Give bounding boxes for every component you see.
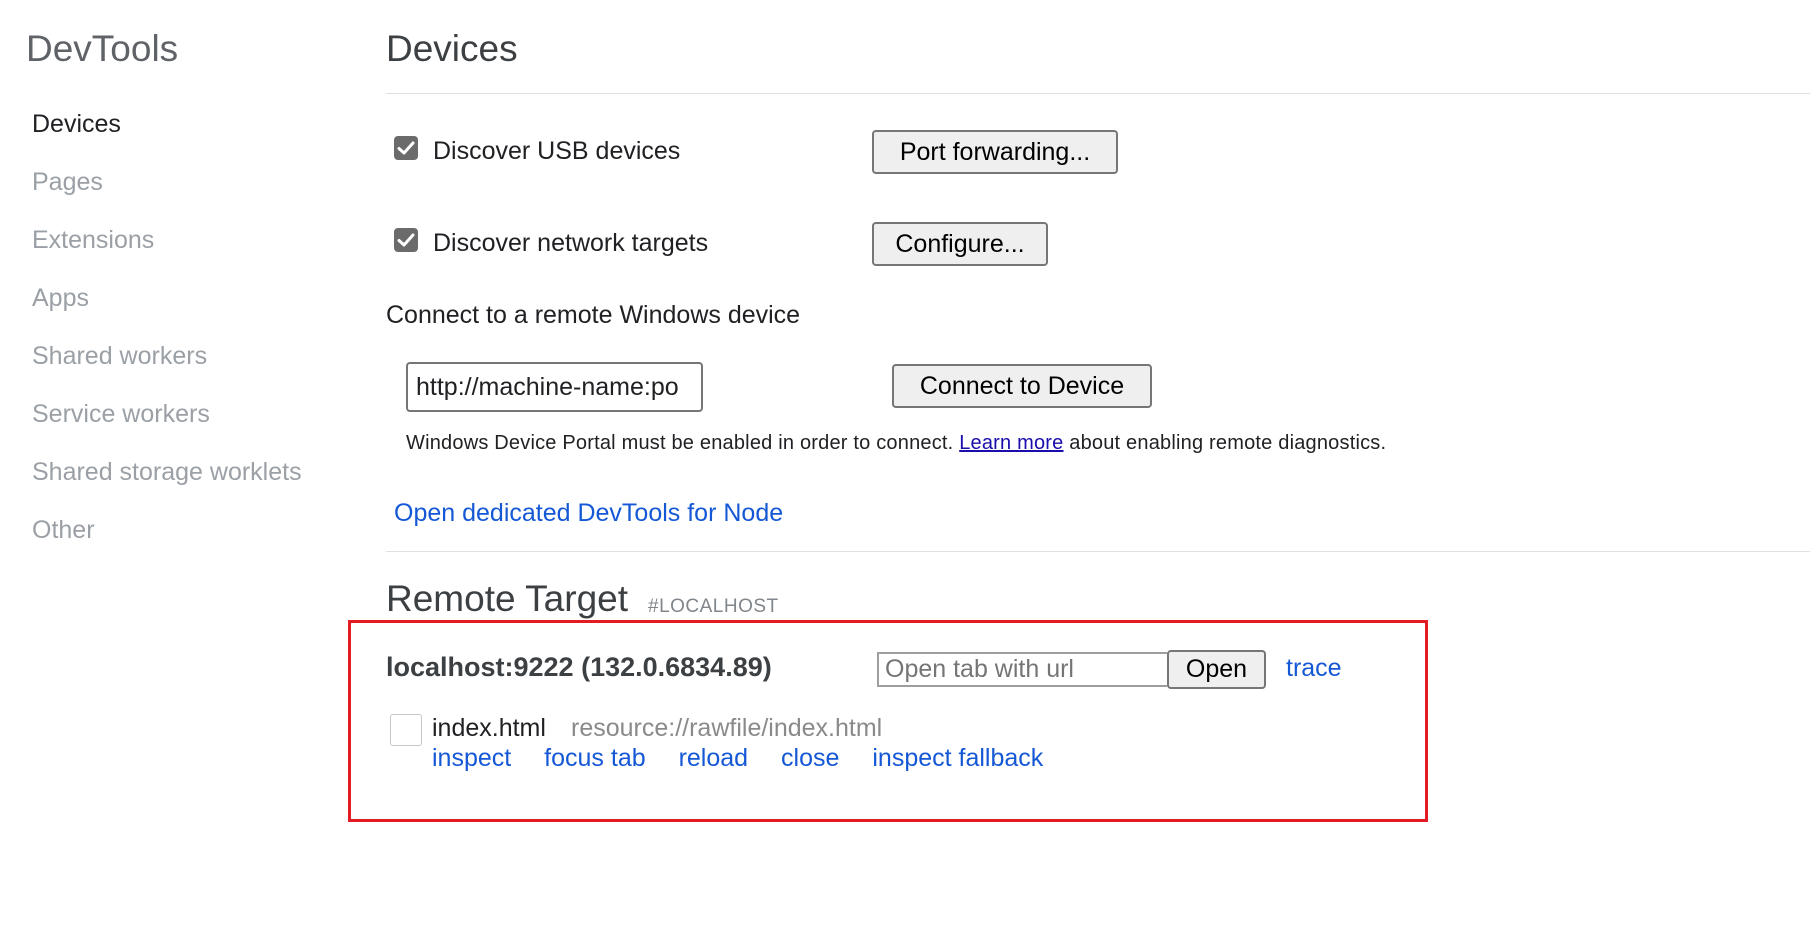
open-node-devtools-link[interactable]: Open dedicated DevTools for Node <box>394 499 783 528</box>
remote-target-title: Remote Target <box>386 578 628 619</box>
sidebar-nav: Devices Pages Extensions Apps Shared wor… <box>32 106 302 570</box>
sidebar-item-other[interactable]: Other <box>32 512 302 570</box>
sidebar-item-pages[interactable]: Pages <box>32 164 302 222</box>
remote-windows-heading: Connect to a remote Windows device <box>386 301 801 329</box>
remote-target-tag: #LOCALHOST <box>648 596 779 617</box>
section-divider <box>386 551 1810 552</box>
discover-network-label: Discover network targets <box>433 229 709 257</box>
discover-usb-checkbox[interactable] <box>394 136 418 160</box>
page-title: Devices <box>386 28 518 69</box>
page-actions: inspect focus tab reload close inspect f… <box>432 744 1069 773</box>
sidebar-item-extensions[interactable]: Extensions <box>32 222 302 280</box>
page-thumbnail <box>390 714 422 746</box>
remote-device-url-input[interactable] <box>406 362 703 412</box>
check-icon <box>397 233 415 247</box>
page-name: index.html <box>432 714 546 742</box>
target-name: localhost:9222 (132.0.6834.89) <box>386 652 772 682</box>
sidebar-item-apps[interactable]: Apps <box>32 280 302 338</box>
sidebar-item-devices[interactable]: Devices <box>32 106 302 164</box>
open-tab-url-input[interactable] <box>877 652 1167 687</box>
open-tab-button[interactable]: Open <box>1167 650 1266 689</box>
remote-windows-note: Windows Device Portal must be enabled in… <box>406 432 1386 455</box>
trace-link[interactable]: trace <box>1286 654 1342 683</box>
port-forwarding-button[interactable]: Port forwarding... <box>872 130 1118 174</box>
learn-more-link[interactable]: Learn more <box>959 432 1063 454</box>
connect-to-device-button[interactable]: Connect to Device <box>892 364 1152 408</box>
note-text-after: about enabling remote diagnostics. <box>1069 432 1387 454</box>
reload-link[interactable]: reload <box>679 744 749 772</box>
note-text-before: Windows Device Portal must be enabled in… <box>406 432 954 454</box>
inspect-fallback-link[interactable]: inspect fallback <box>872 744 1043 772</box>
configure-button[interactable]: Configure... <box>872 222 1048 266</box>
inspect-link[interactable]: inspect <box>432 744 511 772</box>
discover-usb-label: Discover USB devices <box>433 137 681 165</box>
sidebar-item-service-workers[interactable]: Service workers <box>32 396 302 454</box>
focus-tab-link[interactable]: focus tab <box>544 744 645 772</box>
discover-network-checkbox[interactable] <box>394 228 418 252</box>
page-url: resource://rawfile/index.html <box>571 714 883 742</box>
app-title: DevTools <box>26 28 179 69</box>
title-divider <box>386 93 1810 94</box>
sidebar-item-shared-workers[interactable]: Shared workers <box>32 338 302 396</box>
check-icon <box>397 141 415 155</box>
close-link[interactable]: close <box>781 744 839 772</box>
sidebar-item-shared-storage-worklets[interactable]: Shared storage worklets <box>32 454 302 512</box>
